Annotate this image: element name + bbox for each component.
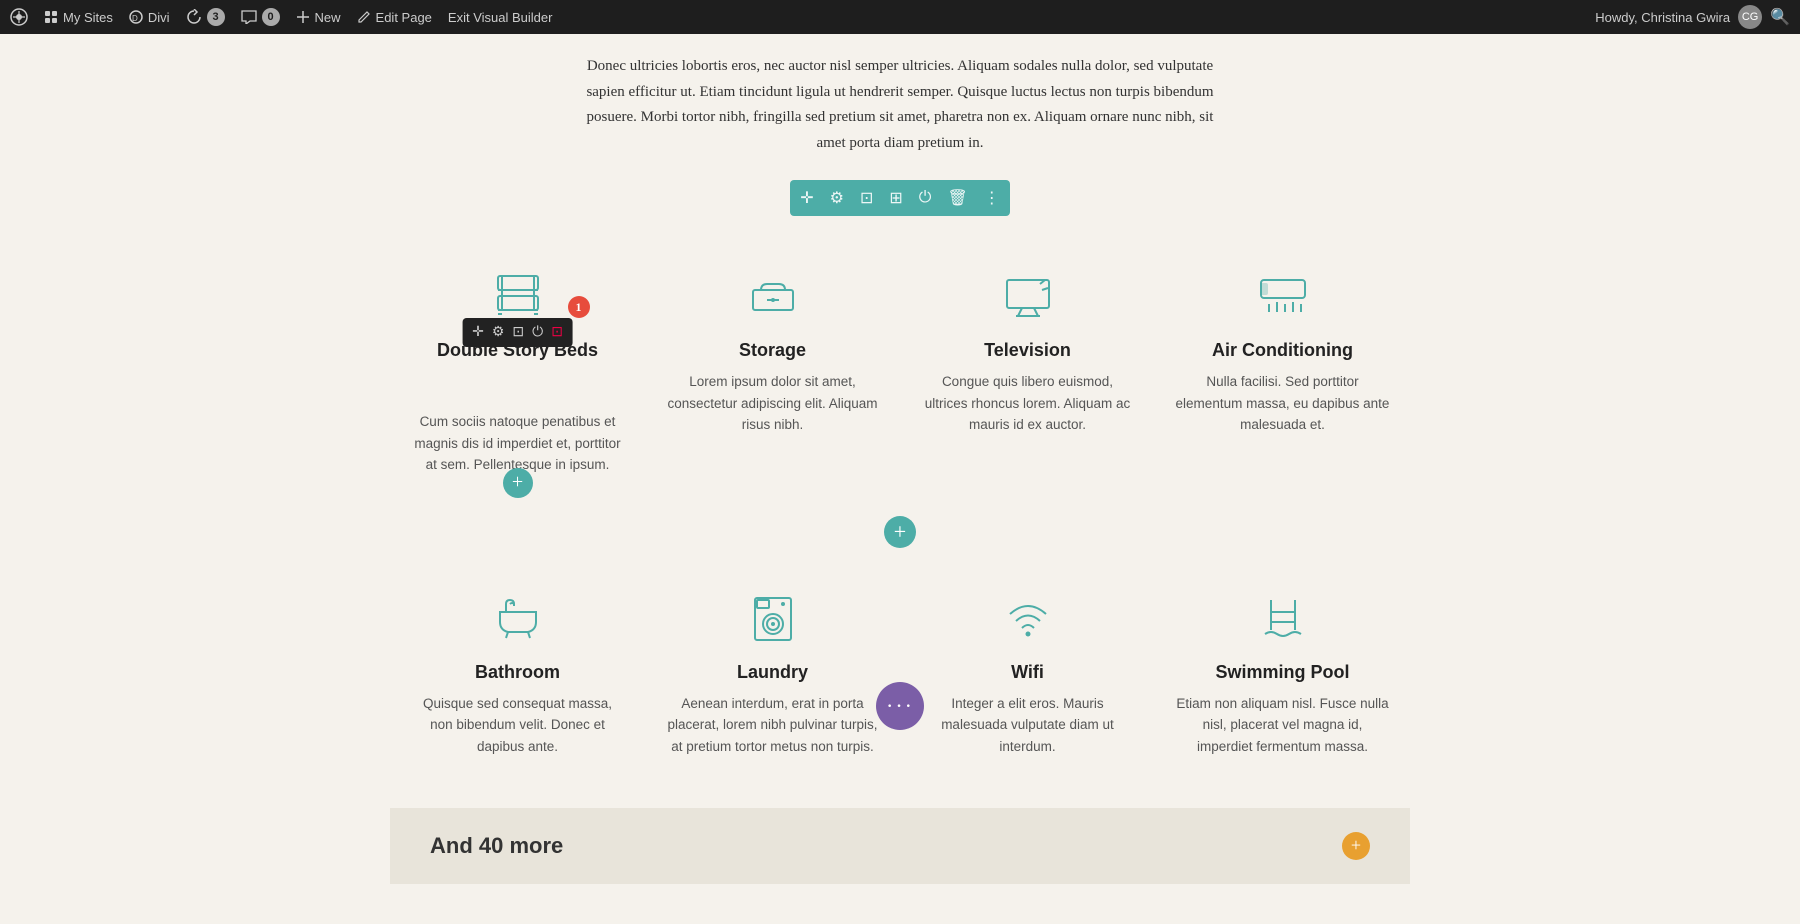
edit-page-button[interactable]: Edit Page bbox=[357, 10, 432, 25]
air-conditioning-desc: Nulla facilisi. Sed porttitor elementum … bbox=[1175, 371, 1390, 436]
search-icon[interactable]: 🔍 bbox=[1770, 7, 1790, 27]
mt-delete-icon[interactable]: ⊡ bbox=[551, 324, 563, 341]
wifi-desc: Integer a elit eros. Mauris malesuada vu… bbox=[920, 693, 1135, 758]
toolbar-power-icon[interactable]: ⏻ bbox=[919, 189, 932, 207]
user-area: Howdy, Christina Gwira CG 🔍 bbox=[1595, 5, 1790, 29]
laundry-icon bbox=[743, 588, 803, 648]
my-sites-menu[interactable]: My Sites bbox=[44, 10, 113, 25]
feature-bathroom: Bathroom Quisque sed consequat massa, no… bbox=[390, 568, 645, 788]
new-button[interactable]: New bbox=[296, 10, 341, 25]
wifi-title: Wifi bbox=[1011, 662, 1044, 683]
double-story-beds-icon bbox=[488, 266, 548, 326]
television-icon bbox=[998, 266, 1058, 326]
updates-count: 3 bbox=[207, 8, 225, 26]
wp-logo[interactable] bbox=[10, 8, 28, 26]
add-row-button[interactable]: + bbox=[884, 516, 916, 548]
storage-desc: Lorem ipsum dolor sit amet, consectetur … bbox=[665, 371, 880, 436]
feature-storage: Storage Lorem ipsum dolor sit amet, cons… bbox=[645, 246, 900, 506]
add-row-between: + bbox=[390, 516, 1410, 548]
toolbar-copy-icon[interactable]: ⊡ bbox=[860, 188, 873, 208]
mt-settings-icon[interactable]: ⚙ bbox=[492, 324, 505, 341]
television-desc: Congue quis libero euismod, ultrices rho… bbox=[920, 371, 1135, 436]
storage-title: Storage bbox=[739, 340, 806, 361]
feature-swimming-pool: Swimming Pool Etiam non aliquam nisl. Fu… bbox=[1155, 568, 1410, 788]
divi-menu[interactable]: D Divi bbox=[129, 10, 170, 25]
mt-power-icon[interactable]: ⏻ bbox=[532, 325, 543, 341]
user-avatar[interactable]: CG bbox=[1738, 5, 1762, 29]
features-row-2: Bathroom Quisque sed consequat massa, no… bbox=[390, 568, 1410, 788]
topbar: My Sites D Divi 3 0 New Edit Page Exit V… bbox=[0, 0, 1800, 34]
wifi-icon bbox=[998, 588, 1058, 648]
double-story-beds-desc: Cum sociis natoque penatibus et magnis d… bbox=[410, 411, 625, 476]
comments-count: 0 bbox=[262, 8, 280, 26]
floating-options-button[interactable]: ··· bbox=[876, 682, 924, 730]
feature-laundry: Laundry Aenean interdum, erat in porta p… bbox=[645, 568, 900, 788]
mt-copy-icon[interactable]: ⊡ bbox=[512, 324, 524, 341]
toolbar-delete-icon[interactable]: 🗑 bbox=[947, 188, 967, 208]
toolbar-more-icon[interactable]: ⋮ bbox=[984, 188, 1000, 208]
feature-wifi: Wifi Integer a elit eros. Mauris malesua… bbox=[900, 568, 1155, 788]
feature-television: Television Congue quis libero euismod, u… bbox=[900, 246, 1155, 506]
bathroom-icon bbox=[488, 588, 548, 648]
mt-move-icon[interactable]: ✛ bbox=[472, 324, 484, 341]
air-conditioning-icon bbox=[1253, 266, 1313, 326]
section-toolbar[interactable]: ✛ ⚙ ⊡ ⊞ ⏻ 🗑 ⋮ bbox=[790, 180, 1010, 216]
swimming-pool-title: Swimming Pool bbox=[1215, 662, 1349, 683]
feature-double-story-beds: Double Story Beds ✛ ⚙ ⊡ ⏻ ⊡ 1 Cum sociis… bbox=[390, 246, 645, 506]
and-more-section: And 40 more + bbox=[390, 808, 1410, 884]
laundry-title: Laundry bbox=[737, 662, 808, 683]
bathroom-desc: Quisque sed consequat massa, non bibendu… bbox=[410, 693, 625, 758]
toolbar-add-icon[interactable]: ✛ bbox=[800, 188, 813, 208]
add-column-button[interactable]: + bbox=[503, 468, 533, 498]
television-title: Television bbox=[984, 340, 1071, 361]
and-more-add-button[interactable]: + bbox=[1342, 832, 1370, 860]
storage-icon bbox=[743, 266, 803, 326]
swimming-pool-icon bbox=[1253, 588, 1313, 648]
main-content: Donec ultricies lobortis eros, nec aucto… bbox=[350, 34, 1450, 924]
toolbar-grid-icon[interactable]: ⊞ bbox=[889, 188, 902, 208]
features-row-1: Double Story Beds ✛ ⚙ ⊡ ⏻ ⊡ 1 Cum sociis… bbox=[390, 246, 1410, 506]
bathroom-title: Bathroom bbox=[475, 662, 560, 683]
updates-menu[interactable]: 3 bbox=[186, 8, 225, 26]
mini-toolbar[interactable]: ✛ ⚙ ⊡ ⏻ ⊡ bbox=[462, 318, 573, 347]
feature-air-conditioning: Air Conditioning Nulla facilisi. Sed por… bbox=[1155, 246, 1410, 506]
air-conditioning-title: Air Conditioning bbox=[1212, 340, 1353, 361]
toolbar-settings-icon[interactable]: ⚙ bbox=[830, 188, 844, 208]
svg-text:D: D bbox=[132, 14, 138, 23]
and-more-title: And 40 more bbox=[430, 833, 563, 859]
intro-text: Donec ultricies lobortis eros, nec aucto… bbox=[390, 54, 1410, 156]
laundry-desc: Aenean interdum, erat in porta placerat,… bbox=[665, 693, 880, 758]
notification-badge: 1 bbox=[568, 296, 590, 318]
swimming-pool-desc: Etiam non aliquam nisl. Fusce nulla nisl… bbox=[1175, 693, 1390, 758]
exit-vb-button[interactable]: Exit Visual Builder bbox=[448, 10, 553, 25]
comments-menu[interactable]: 0 bbox=[241, 8, 280, 26]
